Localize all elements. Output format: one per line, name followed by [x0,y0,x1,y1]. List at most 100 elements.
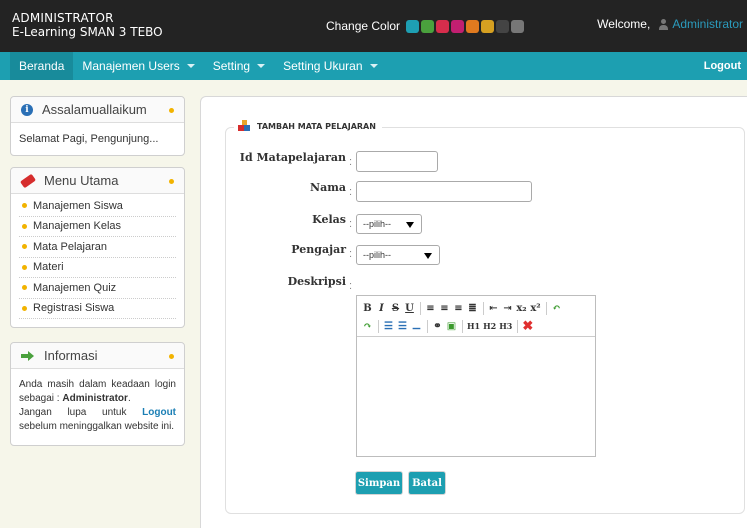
nav-setting-ukuran[interactable]: Setting Ukuran [274,52,386,80]
info-header: Informasi [11,343,184,369]
nav-label: Beranda [19,59,65,73]
dropdown-arrow-icon [406,222,414,228]
color-swatch[interactable] [481,19,495,33]
link-icon[interactable]: ⚭ [432,319,443,333]
save-button[interactable]: Simpan [356,472,402,494]
italic-button[interactable]: I [376,301,387,315]
nav-beranda[interactable]: Beranda [10,52,74,80]
welcome: Welcome, Administrator [597,17,743,31]
toolbar-separator [462,319,463,333]
info-logout-link[interactable]: Logout [142,407,176,418]
menu-item-materi[interactable]: Materi [19,258,176,278]
brand-site: E-Learning SMAN 3 TEBO [12,25,163,39]
info-line2b: sebelum meninggalkan website ini. [19,421,175,432]
horizontal-rule-icon[interactable]: ⚊ [411,319,422,333]
info-line2a: Jangan lupa untuk [19,407,127,418]
outdent-icon[interactable]: ⇤ [488,301,499,315]
color-swatch[interactable] [496,19,510,33]
toolbar-separator [483,301,484,315]
caret-down-icon [257,64,266,68]
info-text: Anda masih dalam keadaan login sebagai :… [19,379,177,432]
dropdown-arrow-icon [424,253,432,259]
image-icon[interactable]: ▣ [446,319,457,333]
form-legend: TAMBAH MATA PELAJARAN [234,120,382,132]
nav-label: Setting Ukuran [283,59,363,73]
nav-setting[interactable]: Setting [204,52,274,80]
editor-content-area[interactable] [357,337,595,455]
info-box: Informasi Anda masih dalam keadaan login… [10,342,185,446]
color-swatch[interactable] [466,19,480,33]
bullet-icon [22,244,27,250]
menu-header: Menu Utama [11,168,184,194]
redo-icon[interactable]: ↷ [362,319,373,333]
h3-button[interactable]: H3 [499,319,512,333]
pengajar-label: Pengajar [291,243,346,256]
toolbar-separator [420,301,421,315]
align-center-icon[interactable]: ≡ [439,301,450,315]
menu-item-label: Manajemen Siswa [33,199,123,212]
ordered-list-icon[interactable]: ☰ [383,319,394,333]
color-swatch[interactable] [436,19,450,33]
menu-item-manajemen-quiz[interactable]: Manajemen Quiz [19,278,176,299]
menu-title: Menu Utama [44,173,119,188]
bullet-icon [22,203,27,209]
brand-role: ADMINISTRATOR [12,11,114,25]
toolbar-separator [546,301,547,315]
indent-icon[interactable]: ⇥ [502,301,513,315]
menu-item-manajemen-kelas[interactable]: Manajemen Kelas [19,217,176,237]
nav-manajemen-users[interactable]: Manajemen Users [73,52,203,80]
greeting-header: i Assalamuallaikum [11,97,184,123]
collapse-dot-icon[interactable] [169,354,174,359]
top-header: ADMINISTRATOR E-Learning SMAN 3 TEBO Cha… [0,0,747,52]
align-left-icon[interactable]: ≡ [425,301,436,315]
h2-button[interactable]: H2 [483,319,496,333]
cancel-button[interactable]: Batal [409,472,445,494]
collapse-dot-icon[interactable] [169,179,174,184]
menu-item-manajemen-siswa[interactable]: Manajemen Siswa [19,196,176,217]
kelas-select[interactable]: --pilih-- [356,214,422,234]
unordered-list-icon[interactable]: ☰ [397,319,408,333]
menu-item-label: Mata Pelajaran [33,240,107,253]
colon: : [349,248,353,260]
greeting-box: i Assalamuallaikum Selamat Pagi, Pengunj… [10,96,185,156]
welcome-user-link[interactable]: Administrator [672,17,743,31]
color-switcher: Change Color [326,17,526,35]
pencil-icon [19,173,37,188]
color-swatch[interactable] [511,19,525,33]
nama-input[interactable] [356,181,532,202]
info-title: Informasi [44,348,98,363]
menu-item-label: Materi [33,261,64,274]
id-input[interactable] [356,151,438,172]
subscript-button[interactable]: x₂ [516,301,527,315]
color-swatch[interactable] [451,19,465,33]
info-icon: i [21,103,33,116]
color-swatch[interactable] [406,19,420,33]
nav-label: Manajemen Users [82,59,180,73]
align-justify-icon[interactable]: ≣ [467,301,478,315]
underline-button[interactable]: U [404,301,415,315]
colon: : [349,186,353,198]
logout-link[interactable]: Logout [704,60,741,72]
pengajar-selected: --pilih-- [363,250,391,260]
collapse-dot-icon[interactable] [169,108,174,113]
change-color-label: Change Color [326,19,401,33]
kelas-selected: --pilih-- [363,219,391,229]
deskripsi-label: Deskripsi [287,275,346,288]
menu-list: Manajemen Siswa Manajemen Kelas Mata Pel… [11,194,184,323]
strikethrough-button[interactable]: S [390,301,401,315]
caret-down-icon [186,64,195,68]
menu-item-registrasi-siswa[interactable]: Registrasi Siswa [19,299,176,319]
nav-label: Setting [212,59,251,73]
main-nav: Beranda Manajemen Users Setting Setting … [0,52,747,80]
menu-item-mata-pelajaran[interactable]: Mata Pelajaran [19,237,176,258]
color-swatch[interactable] [421,19,435,33]
superscript-button[interactable]: x² [530,301,541,315]
h1-button[interactable]: H1 [467,319,480,333]
bold-button[interactable]: B [362,301,373,315]
greeting-title: Assalamuallaikum [42,102,147,117]
undo-icon[interactable]: ↶ [551,301,562,315]
align-right-icon[interactable]: ≡ [453,301,464,315]
arrow-right-icon [21,350,35,362]
pengajar-select[interactable]: --pilih-- [356,245,440,265]
remove-format-icon[interactable]: ✖ [522,319,533,334]
